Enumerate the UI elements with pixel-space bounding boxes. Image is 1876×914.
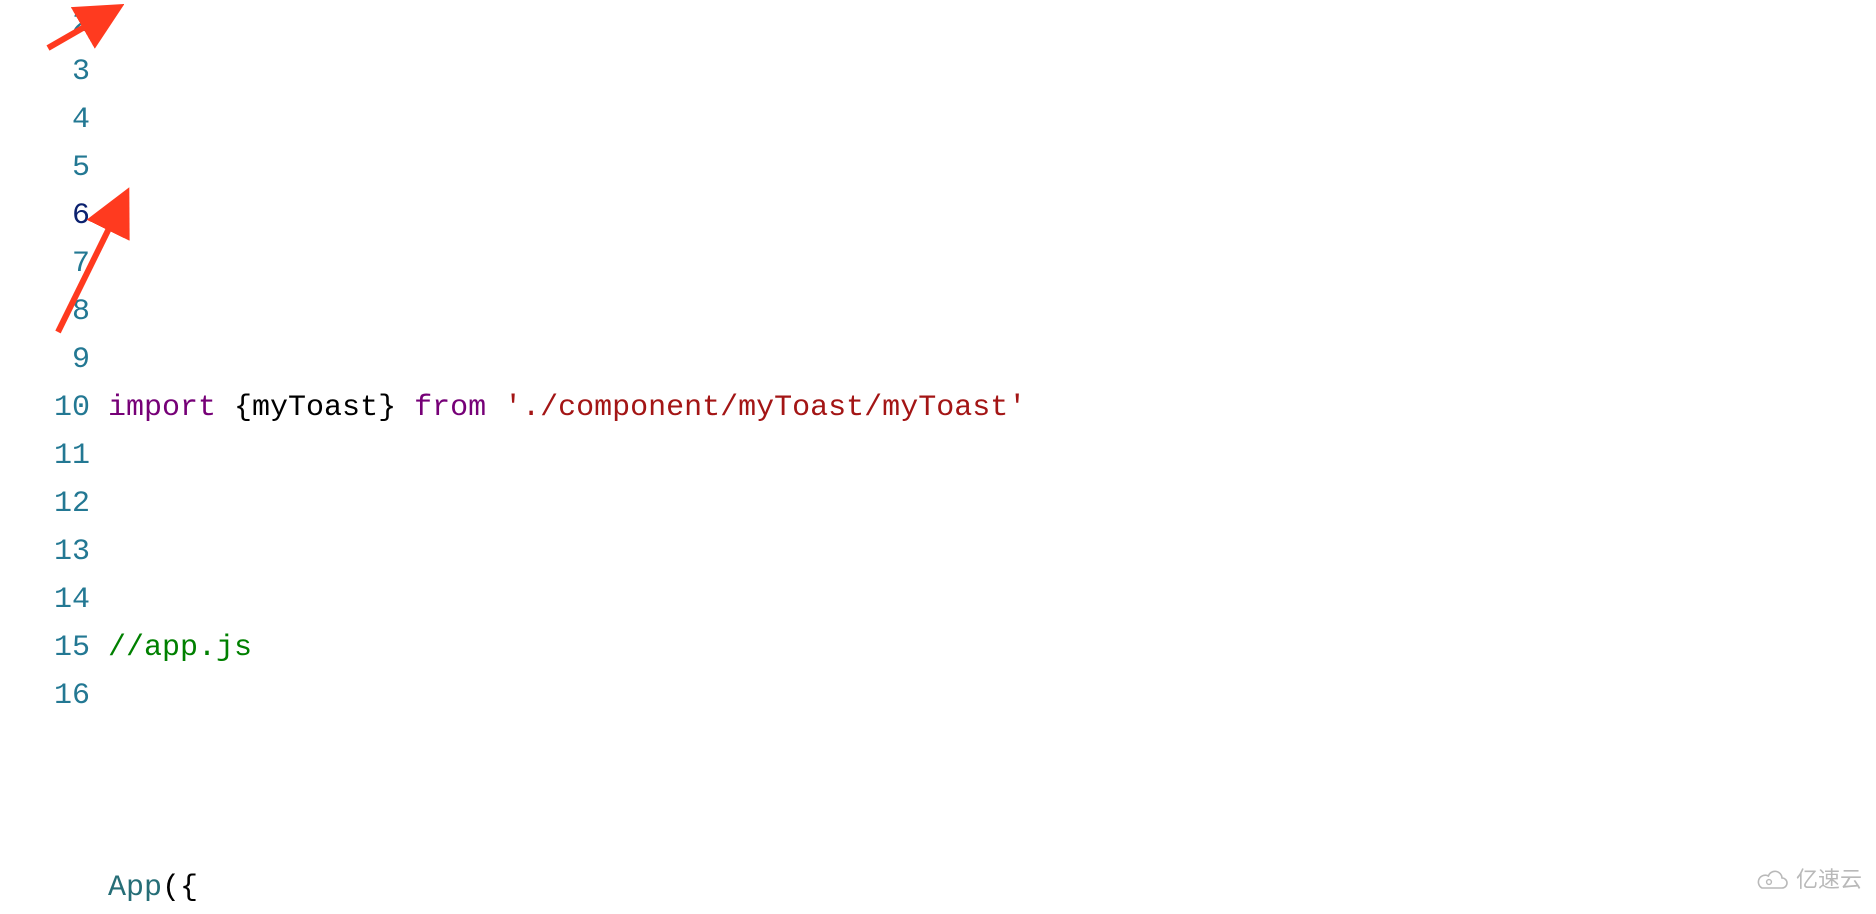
code-line[interactable]: //app.js (108, 624, 1876, 672)
keyword-import: import (108, 391, 216, 425)
code-line[interactable]: import {myToast} from './component/myToa… (108, 384, 1876, 432)
code-line[interactable]: App({ (108, 864, 1876, 912)
line-number: 5 (0, 144, 90, 192)
comment: //app.js (108, 631, 252, 665)
function-call: App (108, 871, 162, 905)
line-number: 11 (0, 432, 90, 480)
line-number: 3 (0, 48, 90, 96)
string-literal: './component/myToast/myToast' (504, 391, 1026, 425)
line-number: 10 (0, 384, 90, 432)
line-number: 16 (0, 672, 90, 720)
line-number: 15 (0, 624, 90, 672)
line-number: 8 (0, 288, 90, 336)
watermark-text: 亿速云 (1796, 856, 1862, 904)
line-number: 6 (0, 192, 90, 240)
line-number-gutter: 2345678910111213141516 (0, 0, 108, 914)
cloud-icon (1756, 869, 1790, 891)
watermark: 亿速云 (1756, 856, 1862, 904)
line-number: 7 (0, 240, 90, 288)
line-number: 4 (0, 96, 90, 144)
code-area[interactable]: import {myToast} from './component/myToa… (108, 0, 1876, 914)
line-number: 13 (0, 528, 90, 576)
line-number: 14 (0, 576, 90, 624)
keyword-from: from (414, 391, 486, 425)
line-number: 12 (0, 480, 90, 528)
line-number: 9 (0, 336, 90, 384)
line-number: 2 (0, 0, 90, 48)
code-editor[interactable]: 2345678910111213141516 import {myToast} … (0, 0, 1876, 914)
